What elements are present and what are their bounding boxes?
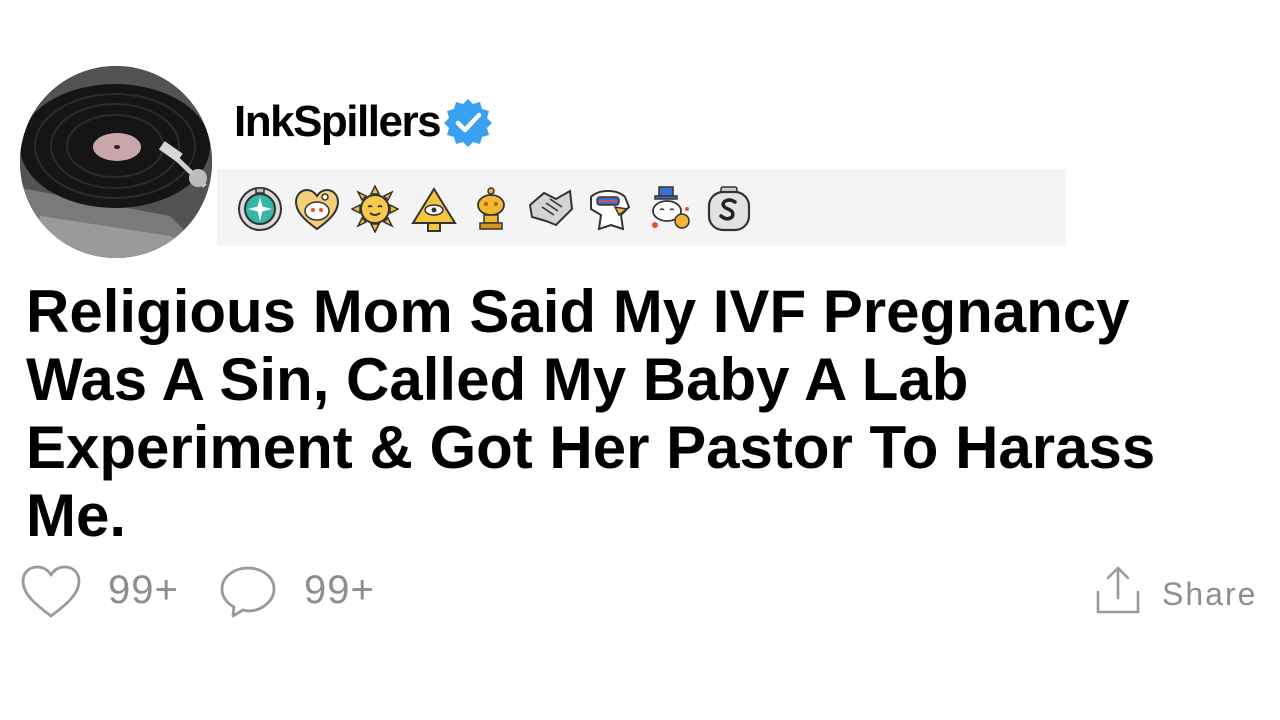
verified-badge-icon	[444, 99, 493, 147]
record-player-avatar	[20, 66, 212, 258]
share-button[interactable]: Share	[1094, 560, 1274, 620]
post-actions-bar: 99+ 99+ Share	[0, 560, 1280, 624]
compass-award-icon[interactable]	[236, 185, 284, 233]
silver-s-award-icon[interactable]	[705, 185, 753, 233]
heart-icon[interactable]	[20, 564, 82, 620]
post-card: InkSpillers Religious Mom Said My IVF Pr…	[0, 0, 1280, 720]
sun-award-icon[interactable]	[351, 185, 399, 233]
gold-snoo-trophy-award-icon[interactable]	[467, 185, 515, 233]
pyramid-eye-award-icon[interactable]	[410, 185, 458, 233]
comment-icon[interactable]	[218, 564, 278, 620]
share-label: Share	[1162, 576, 1258, 612]
handshake-award-icon[interactable]	[526, 185, 574, 233]
likes-count: 99+	[108, 568, 179, 612]
heart-snoo-award-icon[interactable]	[293, 185, 341, 233]
author-username[interactable]: InkSpillers	[234, 94, 442, 150]
comments-count: 99+	[304, 568, 375, 612]
share-icon	[1096, 566, 1140, 614]
awards-bar	[217, 169, 1066, 246]
eagle-award-icon[interactable]	[585, 185, 633, 233]
author-name-row: InkSpillers	[234, 94, 494, 150]
post-title[interactable]: Religious Mom Said My IVF Pregnancy Was …	[26, 278, 1266, 550]
snoo-uncle-sam-award-icon[interactable]	[645, 185, 693, 233]
author-avatar[interactable]	[20, 66, 212, 258]
